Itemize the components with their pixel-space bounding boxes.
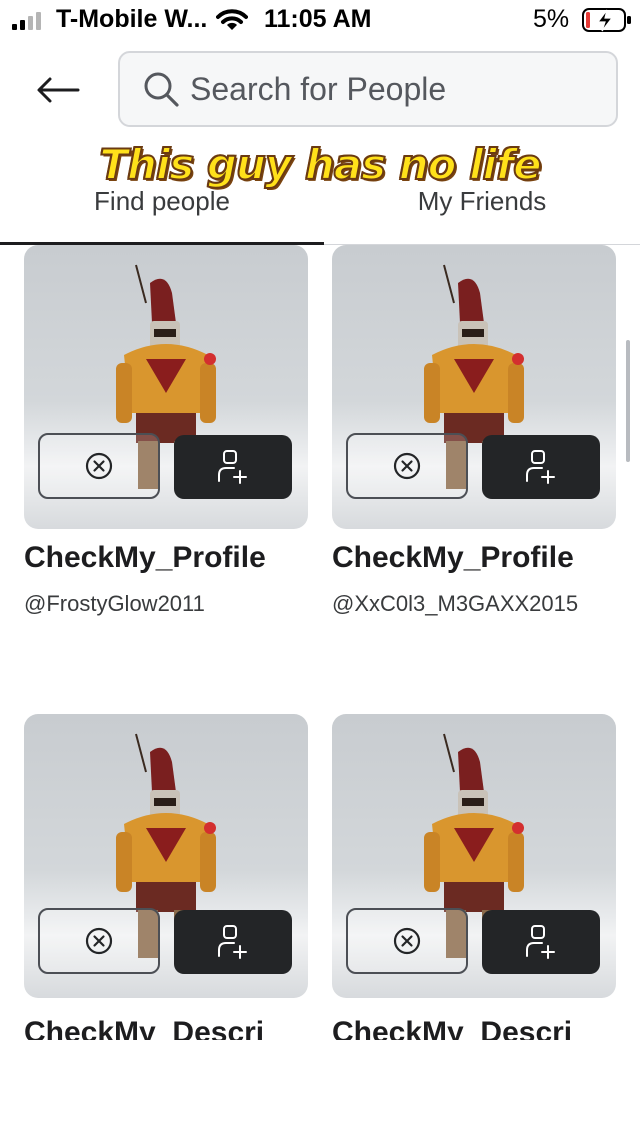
people-grid: CheckMy_Profile @FrostyGlow2011 CheckMy_… [0,245,640,1040]
back-button[interactable] [30,66,86,114]
close-circle-icon [85,927,113,955]
add-friend-icon [526,450,555,484]
tab-find-people[interactable]: Find people [0,180,324,244]
search-input[interactable]: Search for People [118,51,618,127]
battery-percent: 5% [533,5,570,33]
display-name[interactable]: CheckMy_Descri [332,1016,572,1040]
carrier-name: T-Mobile W... [56,5,208,33]
arrow-left-icon [37,77,80,103]
display-name[interactable]: CheckMy_Profile [332,541,574,575]
decline-button[interactable] [38,908,160,974]
search-placeholder: Search for People [190,70,447,107]
close-circle-icon [393,452,421,480]
battery-charging-icon [582,8,631,32]
scrollbar[interactable] [626,340,630,462]
tab-my-friends[interactable]: My Friends [324,180,640,244]
add-friend-button[interactable] [482,910,600,974]
decline-button[interactable] [346,433,468,499]
status-bar: T-Mobile W... 11:05 AM 5% [0,0,640,40]
signal-icon [12,12,41,30]
decline-button[interactable] [346,908,468,974]
display-name[interactable]: CheckMy_Profile [24,541,266,575]
add-friend-icon [218,925,247,959]
add-friend-icon [218,450,247,484]
close-circle-icon [393,927,421,955]
tab-label: My Friends [417,186,547,216]
username: @XxC0l3_M3GAXX2015 [332,591,579,616]
decline-button[interactable] [38,433,160,499]
tab-label: Find people [94,186,230,216]
display-name[interactable]: CheckMy_Descri [24,1016,264,1040]
status-time: 11:05 AM [264,5,372,33]
search-icon [144,72,179,107]
wifi-icon [216,9,248,30]
username: @FrostyGlow2011 [24,591,205,616]
overlay-caption: This guy has no life [98,139,542,190]
add-friend-button[interactable] [174,435,292,499]
add-friend-icon [526,925,555,959]
close-circle-icon [85,452,113,480]
add-friend-button[interactable] [482,435,600,499]
add-friend-button[interactable] [174,910,292,974]
